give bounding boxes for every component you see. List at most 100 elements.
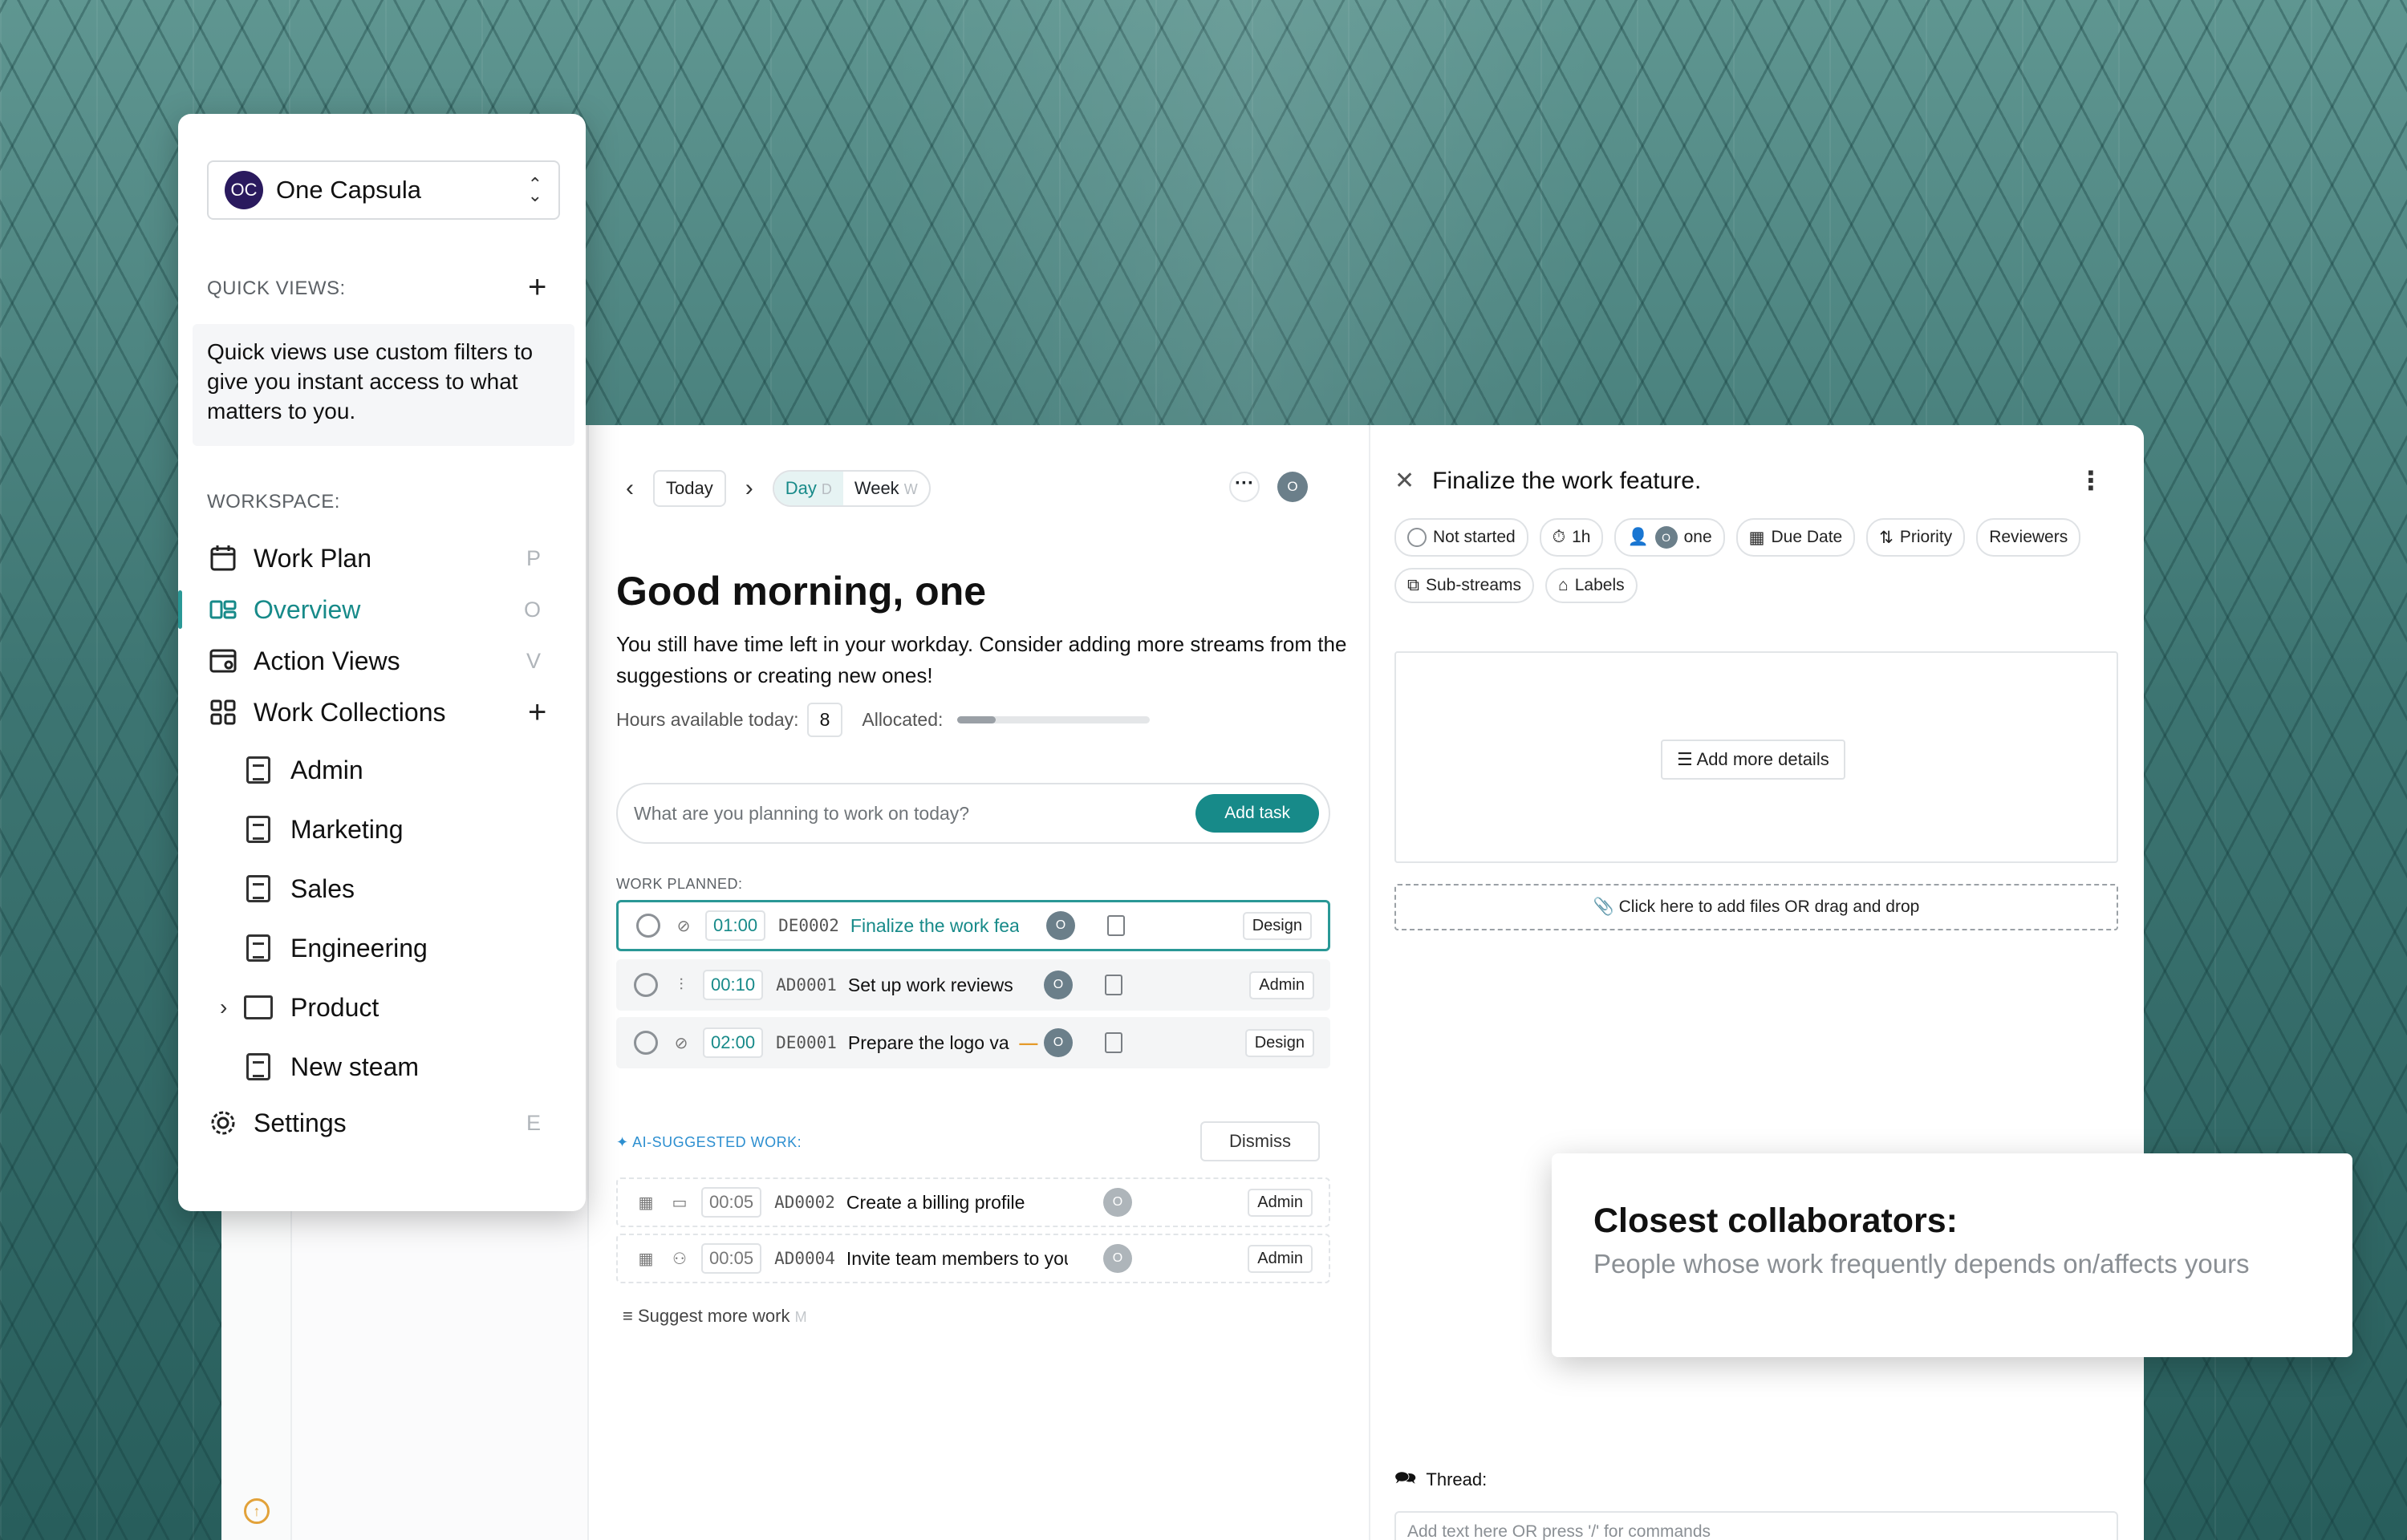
labels-chip[interactable]: ⌂ Labels [1545, 568, 1638, 603]
document-shape [246, 934, 270, 962]
task-name[interactable]: Create a billing profile [846, 1192, 1068, 1214]
hours-input[interactable]: 8 [806, 703, 843, 737]
add-task-button[interactable]: Add task [1195, 794, 1319, 833]
notes-icon[interactable] [1104, 975, 1122, 995]
dismiss-button[interactable]: Dismiss [1200, 1121, 1320, 1161]
grid-icon [207, 696, 239, 728]
folder-shape [244, 995, 273, 1019]
task-name[interactable]: Finalize the work feat [850, 915, 1019, 937]
close-icon[interactable]: ✕ [1394, 467, 1415, 495]
add-quick-view-icon[interactable]: + [528, 271, 546, 303]
calendar-add-icon[interactable]: ▦ [635, 1193, 656, 1213]
today-button[interactable]: Today [653, 470, 726, 507]
task-assignee-avatar[interactable]: O [1102, 1188, 1132, 1217]
collection-sales[interactable]: Sales [244, 866, 565, 911]
assignee-chip[interactable]: 👤 Oone [1614, 518, 1725, 557]
task-name[interactable]: Set up work reviews [848, 975, 1017, 996]
task-status-radio[interactable] [634, 1031, 658, 1055]
description-area[interactable]: ☰ Add more details [1394, 651, 2118, 863]
next-day-button[interactable]: › [737, 472, 761, 505]
calendar-add-icon[interactable]: ▦ [635, 1249, 656, 1269]
clipboard-icon [244, 754, 273, 786]
task-collection-tag[interactable]: Admin [1249, 971, 1314, 999]
detail-title[interactable]: Finalize the work feature. [1432, 468, 1701, 495]
task-assignee-avatar[interactable]: O [1043, 1028, 1073, 1057]
user-avatar[interactable]: O [1277, 472, 1308, 502]
nav-work-plan[interactable]: Work Plan P [207, 536, 560, 581]
task-collection-tag[interactable]: Design [1244, 1028, 1314, 1057]
document-shape [246, 1053, 270, 1080]
status-chip[interactable]: Not started [1394, 518, 1528, 557]
duration-chip[interactable]: ⏱ 1h [1539, 518, 1604, 557]
suggest-more-label: Suggest more work [637, 1306, 790, 1326]
previous-day-button[interactable]: ‹ [618, 472, 642, 505]
nav-work-collections[interactable]: Work Collections [207, 690, 560, 735]
calendar-icon [207, 542, 239, 574]
task-name[interactable]: Prepare the logo va [848, 1032, 1017, 1054]
substreams-chip[interactable]: ⧉ Sub-streams [1394, 568, 1535, 603]
nav-action-views[interactable]: Action Views V [207, 638, 560, 683]
due-date-chip[interactable]: ▦ Due Date [1735, 518, 1856, 557]
person-icon: 👤 [1627, 528, 1649, 546]
file-dropzone[interactable]: 📎 Click here to add files OR drag and dr… [1394, 884, 2118, 930]
nav-label: Action Views [254, 646, 400, 675]
task-collection-tag[interactable]: Admin [1248, 1188, 1313, 1217]
task-assignee-avatar[interactable]: O [1045, 911, 1075, 940]
task-collection-tag[interactable]: Admin [1248, 1244, 1313, 1273]
task-time[interactable]: 02:00 [703, 1027, 764, 1058]
suggest-more-button[interactable]: ≡ Suggest more work M [623, 1306, 807, 1327]
file-dropzone-label: Click here to add files OR drag and drop [1618, 898, 1920, 916]
collection-marketing[interactable]: Marketing [244, 807, 565, 852]
planned-task-row[interactable]: ⫶ 00:10 AD0001 Set up work reviews O Adm… [616, 959, 1330, 1011]
add-details-label: Add more details [1696, 749, 1829, 769]
quick-views-note: Quick views use custom filters to give y… [193, 324, 574, 446]
upgrade-icon[interactable]: ↑ [244, 1498, 270, 1524]
day-view-button[interactable]: Day D [773, 472, 843, 505]
collection-engineering[interactable]: Engineering [244, 926, 565, 971]
task-name[interactable]: Invite team members to you [846, 1248, 1068, 1270]
task-assignee-avatar[interactable]: O [1043, 971, 1073, 999]
task-status-radio[interactable] [634, 973, 658, 997]
user-add-icon: ⚇ [672, 1250, 687, 1268]
reviewers-chip[interactable]: Reviewers [1976, 518, 2081, 557]
suggest-more-shortcut: M [794, 1309, 807, 1325]
collection-label: Sales [290, 873, 355, 903]
suggested-task-row[interactable]: ▦ ⚇ 00:05 AD0004 Invite team members to … [616, 1234, 1330, 1283]
notes-icon[interactable] [1106, 915, 1125, 936]
document-icon [244, 813, 273, 845]
collection-product[interactable]: › Product [220, 985, 565, 1030]
task-collection-tag[interactable]: Design [1242, 911, 1312, 940]
task-time[interactable]: 00:10 [703, 970, 764, 1000]
thread-input[interactable]: Add text here OR press '/' for commands [1394, 1511, 2118, 1540]
collaborators-card: Closest collaborators: People whose work… [1552, 1153, 2352, 1357]
notes-icon[interactable] [1104, 1032, 1122, 1053]
planned-task-row[interactable]: ⊘ 02:00 DE0001 Prepare the logo va — O D… [616, 1017, 1330, 1068]
add-details-button[interactable]: ☰ Add more details [1661, 740, 1845, 780]
more-options-icon[interactable]: ··· [1229, 472, 1260, 502]
nav-shortcut: E [526, 1110, 541, 1135]
nav-settings[interactable]: Settings E [207, 1100, 560, 1145]
chevron-right-icon[interactable]: › [220, 995, 227, 1020]
planned-task-row[interactable]: ⊘ 01:00 DE0002 Finalize the work feat O … [616, 900, 1330, 951]
collection-new-steam[interactable]: New steam [244, 1044, 565, 1089]
week-view-button[interactable]: Week W [843, 472, 929, 505]
kebab-menu-icon[interactable]: ⋮ [2078, 465, 2104, 496]
workspace-selector[interactable]: OC One Capsula ⌃ ⌄ [207, 160, 560, 220]
clipboard-shape [246, 756, 270, 784]
collection-admin[interactable]: Admin [244, 748, 565, 792]
add-collection-icon[interactable]: + [528, 696, 546, 728]
task-code: DE0001 [776, 1033, 837, 1052]
task-status-radio[interactable] [636, 914, 660, 938]
plan-task-placeholder: What are you planning to work on today? [634, 802, 970, 824]
suggested-task-row[interactable]: ▦ ▭ 00:05 AD0002 Create a billing profil… [616, 1177, 1330, 1227]
priority-indicator[interactable]: — [1017, 1032, 1041, 1054]
plan-task-input[interactable]: What are you planning to work on today? … [616, 783, 1330, 844]
task-time[interactable]: 01:00 [705, 910, 766, 941]
workspace-label: WORKSPACE: [207, 491, 340, 513]
nav-overview[interactable]: Overview O [178, 587, 560, 632]
priority-chip[interactable]: ⇅ Priority [1866, 518, 1966, 557]
task-time: 00:05 [701, 1187, 762, 1218]
task-assignee-avatar[interactable]: O [1102, 1244, 1132, 1273]
nav-shortcut: P [526, 545, 541, 570]
navigation-sidebar: OC One Capsula ⌃ ⌄ QUICK VIEWS: + Quick v… [178, 114, 586, 1211]
